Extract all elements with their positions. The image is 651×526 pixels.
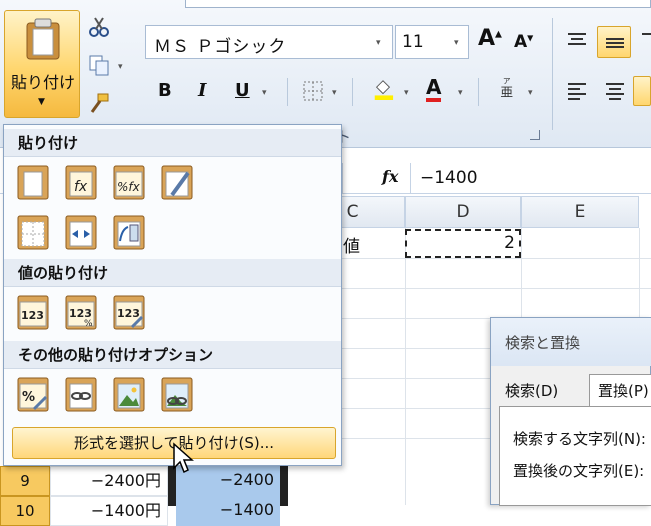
- phonetic-icon[interactable]: ア 亜: [497, 76, 519, 98]
- mouse-cursor-icon: [173, 442, 194, 474]
- underline-dropdown-icon[interactable]: ▾: [262, 88, 267, 98]
- cell-c10[interactable]: −1400: [176, 496, 280, 526]
- bold-button[interactable]: B: [158, 80, 172, 101]
- copy-icon[interactable]: [88, 54, 110, 76]
- divider: [552, 18, 553, 130]
- copy-dropdown-icon[interactable]: ▾: [118, 62, 123, 72]
- scissors-icon[interactable]: [88, 16, 110, 38]
- align-center-icon[interactable]: [604, 80, 626, 102]
- paste-dropdown-icon: ▼: [38, 97, 45, 107]
- align-left-icon[interactable]: [566, 80, 588, 102]
- keep-source-formatting-icon[interactable]: [158, 163, 196, 201]
- font-size-value: 11: [402, 32, 424, 52]
- align-bottom-icon[interactable]: [640, 30, 651, 52]
- section-other-header: その他の貼り付けオプション: [4, 341, 341, 369]
- paste-formulas-number-format-icon[interactable]: %fx: [110, 163, 148, 201]
- fill-color-dropdown-icon[interactable]: ▾: [404, 88, 409, 98]
- svg-text:%: %: [22, 390, 35, 405]
- cell-d-value: 2: [504, 233, 515, 253]
- row-header[interactable]: 10: [0, 496, 50, 526]
- border-dropdown-icon[interactable]: ▾: [332, 88, 337, 98]
- paste-label: 貼り付け: [10, 73, 75, 92]
- align-middle-button[interactable]: [597, 26, 631, 58]
- keep-column-widths-icon[interactable]: [62, 213, 100, 251]
- chevron-down-icon: ▾: [376, 38, 381, 48]
- font-color-dropdown-icon[interactable]: ▾: [458, 88, 463, 98]
- underline-button[interactable]: U: [235, 80, 250, 101]
- svg-text:123: 123: [117, 307, 140, 320]
- column-header-e[interactable]: E: [521, 196, 639, 228]
- font-color-icon[interactable]: A: [426, 76, 442, 102]
- section-values-header: 値の貼り付け: [4, 259, 341, 287]
- formatting-icon[interactable]: %: [14, 375, 52, 413]
- find-replace-dialog: 検索と置換 検索(D) 置換(P) 検索する文字列(N): 置換後の文字列(E)…: [490, 317, 651, 506]
- values-source-formatting-icon[interactable]: 123: [110, 293, 148, 331]
- tab-replace[interactable]: 置換(P): [589, 374, 651, 406]
- dialog-title: 検索と置換: [505, 334, 581, 352]
- font-grow-icon[interactable]: A▲: [478, 26, 502, 51]
- divider: [342, 163, 343, 194]
- find-what-label: 検索する文字列(N):: [513, 430, 646, 448]
- fill-color-icon[interactable]: [372, 78, 394, 100]
- selection-border: [280, 466, 288, 506]
- column-header-d[interactable]: D: [405, 196, 521, 228]
- tab-find[interactable]: 検索(D): [505, 380, 558, 401]
- divider: [410, 163, 411, 194]
- paste-formulas-icon[interactable]: fx: [62, 163, 100, 201]
- phonetic-dropdown-icon[interactable]: ▾: [528, 88, 533, 98]
- svg-text:%fx: %fx: [117, 180, 141, 194]
- row-header[interactable]: 9: [0, 466, 50, 496]
- svg-text:fx: fx: [74, 179, 88, 195]
- insert-function-icon[interactable]: fx: [382, 167, 398, 186]
- align-top-icon[interactable]: [566, 30, 588, 52]
- values-number-format-icon[interactable]: 123%: [62, 293, 100, 331]
- border-icon[interactable]: [302, 80, 324, 102]
- replace-with-label: 置換後の文字列(E):: [513, 462, 645, 480]
- paste-button[interactable]: 貼り付け ▼: [4, 10, 80, 118]
- transpose-icon[interactable]: [110, 213, 148, 251]
- paste-link-icon[interactable]: [62, 375, 100, 413]
- font-name-select[interactable]: ＭＳ Ｐゴシック ▾: [145, 25, 393, 59]
- svg-text:亜: 亜: [500, 84, 513, 98]
- format-painter-icon[interactable]: [88, 92, 110, 114]
- divider: [287, 78, 288, 106]
- gridline: [405, 228, 406, 505]
- no-borders-icon[interactable]: [14, 213, 52, 251]
- divider: [352, 78, 353, 106]
- clipboard-icon: [26, 18, 60, 60]
- gridline: [300, 288, 651, 289]
- dialog-panel: [499, 406, 651, 506]
- cell-b10[interactable]: −1400円: [50, 496, 168, 526]
- chevron-down-icon: ▾: [454, 38, 459, 48]
- align-middle-icon: [606, 38, 624, 48]
- section-paste-header: 貼り付け: [4, 129, 341, 157]
- paste-options-menu: 貼り付け fx %fx 値の貼り付け 123 123% 123 その他の貼り付け…: [3, 124, 342, 466]
- italic-button[interactable]: I: [198, 80, 206, 101]
- cell-b9[interactable]: −2400円: [50, 466, 168, 496]
- title-strip: [185, 0, 651, 8]
- formula-input[interactable]: −1400: [420, 168, 478, 188]
- gridline: [300, 258, 651, 259]
- align-right-button[interactable]: [633, 76, 651, 106]
- divider: [478, 78, 479, 106]
- svg-text:%: %: [84, 319, 93, 329]
- font-shrink-icon[interactable]: A▼: [514, 32, 533, 52]
- paste-icon[interactable]: [14, 163, 52, 201]
- font-size-select[interactable]: 11 ▾: [395, 25, 469, 59]
- copy-marquee[interactable]: 2: [405, 229, 521, 258]
- picture-icon[interactable]: [110, 375, 148, 413]
- dialog-launcher-icon[interactable]: [530, 130, 540, 140]
- font-name-value: ＭＳ Ｐゴシック: [154, 37, 287, 57]
- linked-picture-icon[interactable]: [158, 375, 196, 413]
- cell-c-value[interactable]: 値: [343, 232, 360, 257]
- paste-values-icon[interactable]: 123: [14, 293, 52, 331]
- svg-text:123: 123: [21, 309, 44, 322]
- dialog-titlebar[interactable]: 検索と置換: [491, 318, 651, 366]
